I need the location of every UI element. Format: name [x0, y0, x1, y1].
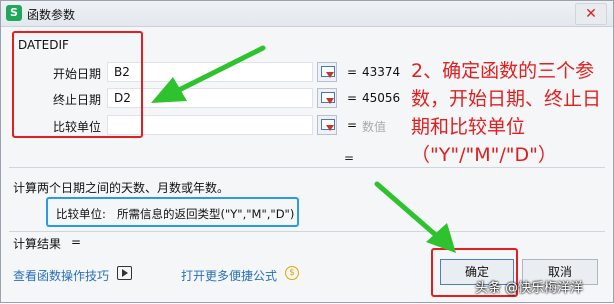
dialog-title: 函数参数 [27, 8, 76, 22]
equals-sign: = [347, 65, 358, 79]
calc-result-label: 计算结果 [13, 237, 62, 251]
annotation-text: 2、确定函数的三个参数，开始日期、终止日期和比较单位（"Y"/"M"/"D"） [411, 60, 602, 166]
coin-icon[interactable]: $ [285, 266, 299, 280]
param-help-box: 比较单位: 所需信息的返回类型("Y","M","D") [46, 197, 299, 227]
function-tips-link[interactable]: 查看函数操作技巧 [13, 267, 109, 284]
param-help-label: 比较单位: [56, 207, 106, 221]
range-select-icon[interactable] [317, 115, 337, 135]
function-description: 计算两个日期之间的天数、月数或年数。 [13, 181, 230, 195]
calc-result-value: = [71, 235, 82, 249]
unit-result: 数值 [362, 120, 387, 134]
highlight-box-params [12, 31, 143, 138]
equals-sign: = [347, 118, 358, 132]
range-select-icon[interactable] [317, 62, 337, 82]
video-play-icon[interactable] [117, 266, 132, 280]
more-formulas-link[interactable]: 打开更多便捷公式 [181, 267, 277, 284]
app-icon: S [6, 5, 22, 21]
range-select-icon[interactable] [317, 88, 337, 108]
close-icon[interactable]: ✕ [575, 3, 607, 25]
equals-sign: = [347, 91, 358, 105]
title-bar: S 函数参数 ✕ [1, 1, 613, 27]
param-help-text: 所需信息的返回类型("Y","M","D") [117, 207, 295, 221]
watermark: 头条 @快乐梅洋洋 [475, 281, 584, 296]
function-arguments-dialog: S 函数参数 ✕ DATEDIF 开始日期 B2 = 43374 终止日期 D2… [0, 0, 614, 303]
end-date-result: 45056 [362, 91, 401, 105]
green-arrow-ok [374, 181, 456, 253]
formula-result: = [344, 151, 355, 165]
start-date-result: 43374 [362, 65, 401, 79]
divider [9, 231, 605, 232]
